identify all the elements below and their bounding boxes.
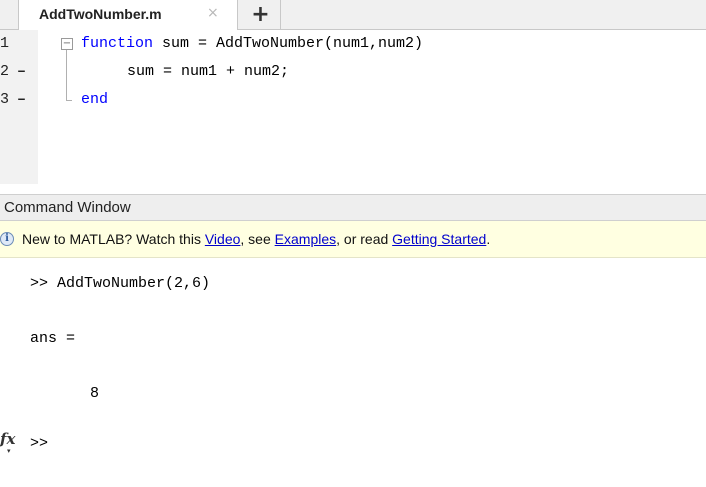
video-link[interactable]: Video bbox=[205, 231, 241, 247]
ans-label: ans = bbox=[30, 330, 76, 347]
line-number: 3 bbox=[0, 91, 10, 108]
line-number: 1 bbox=[0, 35, 10, 52]
ans-value: 8 bbox=[90, 385, 100, 402]
info-banner: i New to MATLAB? Watch this Video, see E… bbox=[0, 221, 706, 258]
banner-prefix: New to MATLAB? Watch this bbox=[22, 231, 205, 247]
code-line-3: end bbox=[81, 91, 108, 108]
chevron-down-icon[interactable]: ▾ bbox=[7, 447, 11, 455]
banner-separator: , see bbox=[240, 231, 275, 247]
close-icon[interactable]: × bbox=[207, 5, 219, 21]
getting-started-link[interactable]: Getting Started bbox=[392, 231, 486, 247]
tab-label: AddTwoNumber.m bbox=[39, 6, 162, 22]
keyword-end: end bbox=[81, 91, 109, 108]
editor-tab-bar: AddTwoNumber.m × + bbox=[0, 0, 706, 30]
examples-link[interactable]: Examples bbox=[275, 231, 336, 247]
code-fold-icon[interactable]: − bbox=[61, 38, 73, 50]
command-window-title: Command Window bbox=[4, 199, 131, 216]
tab-addtwonumber[interactable]: AddTwoNumber.m × bbox=[18, 0, 238, 30]
command-prompt[interactable]: >> bbox=[30, 435, 48, 452]
command-window-header: Command Window bbox=[0, 194, 706, 221]
fold-guide bbox=[66, 50, 67, 100]
command-history-line: >> AddTwoNumber(2,6) bbox=[30, 275, 211, 292]
function-signature: sum = AddTwoNumber(num1,num2) bbox=[153, 35, 424, 52]
fold-guide-end bbox=[66, 100, 72, 101]
breakpoint-marker[interactable]: – bbox=[17, 63, 26, 80]
info-icon: i bbox=[0, 232, 14, 246]
code-editor[interactable]: 1 2 3 – – − function sum = AddTwoNumber(… bbox=[0, 30, 706, 184]
line-number: 2 bbox=[0, 63, 10, 80]
function-browser-icon[interactable]: fx bbox=[0, 430, 15, 448]
banner-suffix: . bbox=[486, 231, 491, 247]
banner-text: New to MATLAB? Watch this Video, see Exa… bbox=[22, 231, 490, 247]
keyword-function: function bbox=[81, 35, 154, 52]
code-line-2: sum = num1 + num2; bbox=[127, 63, 290, 80]
line-number-gutter: 1 2 3 – – bbox=[0, 30, 38, 184]
breakpoint-marker[interactable]: – bbox=[17, 91, 26, 108]
command-window-body[interactable]: >> AddTwoNumber(2,6) ans = 8 fx ▾ >> bbox=[0, 258, 706, 487]
add-tab-button[interactable]: + bbox=[241, 0, 281, 30]
code-line-1: function sum = AddTwoNumber(num1,num2) bbox=[81, 35, 423, 52]
banner-separator: , or read bbox=[336, 231, 393, 247]
